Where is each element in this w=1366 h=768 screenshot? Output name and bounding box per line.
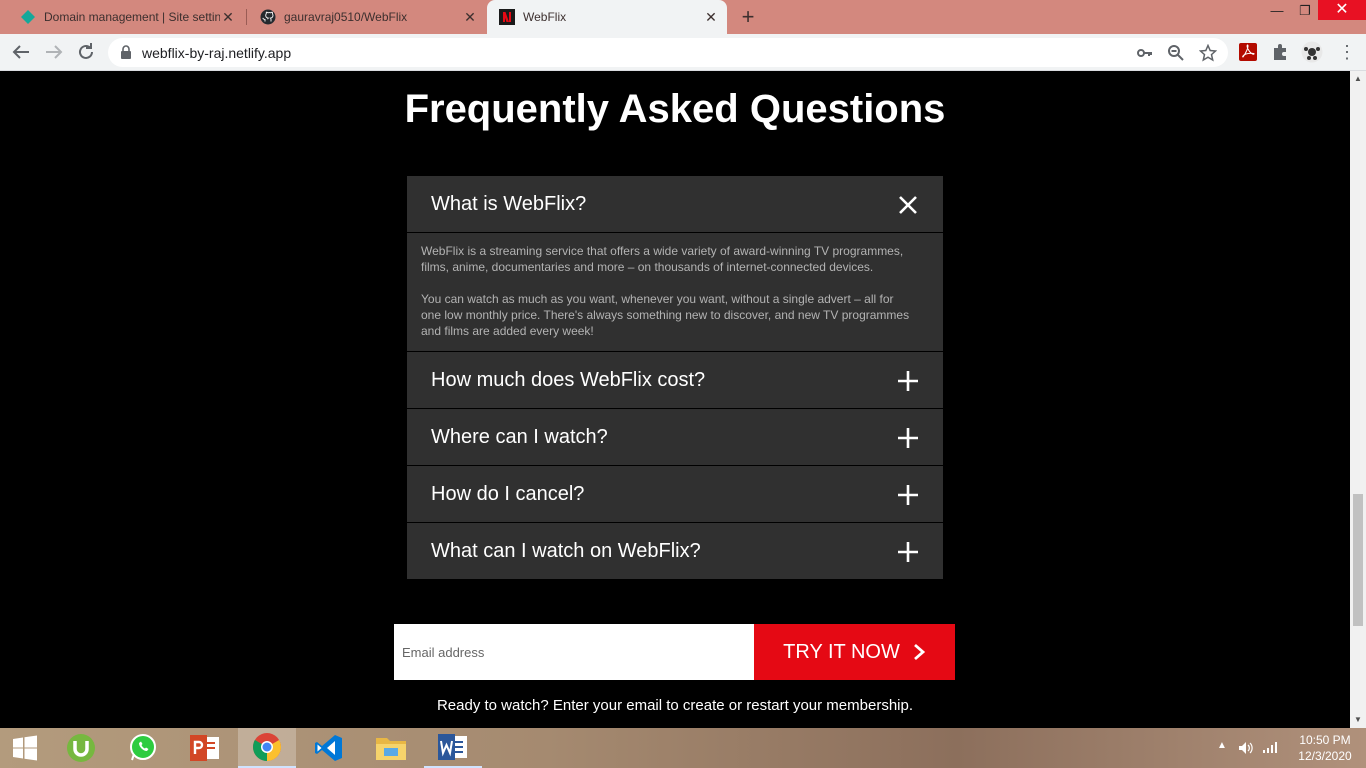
- start-button[interactable]: [0, 728, 50, 768]
- address-bar[interactable]: webflix-by-raj.netlify.app: [108, 38, 1228, 67]
- folder-icon: [376, 738, 406, 760]
- tab-github[interactable]: gauravraj0510/WebFlix ✕: [240, 0, 486, 34]
- forward-arrow-icon[interactable]: [42, 40, 66, 64]
- show-hidden-icons-chevron-icon[interactable]: ▲: [1217, 740, 1227, 751]
- url-text[interactable]: webflix-by-raj.netlify.app: [142, 45, 291, 61]
- plus-icon[interactable]: [897, 427, 919, 449]
- faq-item: How do I cancel?: [407, 466, 943, 523]
- taskbar-powerpoint[interactable]: [176, 728, 234, 768]
- netlify-icon: [21, 10, 35, 24]
- taskbar-utorrent[interactable]: [52, 728, 110, 768]
- faq-question-cancel[interactable]: How do I cancel?: [407, 466, 943, 522]
- vscode-icon: [315, 735, 342, 761]
- taskbar-vscode[interactable]: [300, 728, 358, 768]
- scrollbar-thumb[interactable]: [1353, 494, 1363, 626]
- windows-taskbar: ▲ 10:50 PM 12/3/2020: [0, 728, 1366, 768]
- faq-answer-paragraph: You can watch as much as you want, whene…: [421, 292, 910, 338]
- email-signup-form: TRY IT NOW: [394, 624, 955, 680]
- faq-item: What can I watch on WebFlix?: [407, 523, 943, 579]
- utorrent-icon: [67, 734, 95, 762]
- windows-logo-icon: [13, 735, 37, 761]
- scroll-down-arrow-icon[interactable]: ▼: [1350, 712, 1366, 728]
- whatsapp-icon: [130, 734, 156, 761]
- system-clock[interactable]: 10:50 PM 12/3/2020: [1290, 732, 1360, 764]
- chevron-right-icon: [913, 643, 925, 661]
- github-icon: [260, 9, 276, 25]
- plus-icon[interactable]: [897, 370, 919, 392]
- lock-icon[interactable]: [120, 45, 132, 59]
- chrome-icon: [253, 733, 281, 761]
- email-input[interactable]: [394, 624, 754, 680]
- close-tab-icon[interactable]: ✕: [462, 9, 478, 25]
- tab-title: WebFlix: [523, 10, 567, 24]
- close-window-button[interactable]: ✕: [1318, 0, 1366, 20]
- faq-question-where-watch[interactable]: Where can I watch?: [407, 409, 943, 465]
- tab-webflix[interactable]: WebFlix ✕: [487, 0, 727, 34]
- extensions-puzzle-icon[interactable]: [1270, 42, 1290, 62]
- menu-kebab-icon[interactable]: ⋮: [1335, 40, 1359, 64]
- plus-icon[interactable]: [897, 541, 919, 563]
- faq-answer-paragraph: WebFlix is a streaming service that offe…: [421, 244, 904, 274]
- taskbar-chrome[interactable]: [238, 728, 296, 768]
- tab-domain-management[interactable]: Domain management | Site settin ✕: [0, 0, 244, 34]
- faq-question-text: What is WebFlix?: [431, 192, 587, 215]
- faq-item: What is WebFlix? WebFlix is a streaming …: [407, 176, 943, 352]
- volume-icon[interactable]: [1238, 741, 1254, 755]
- faq-answer: WebFlix is a streaming service that offe…: [407, 232, 943, 351]
- try-it-now-label: TRY IT NOW: [783, 640, 900, 663]
- taskbar-word[interactable]: [424, 728, 482, 768]
- webflix-logo-icon: [499, 9, 515, 25]
- faq-question-text: How do I cancel?: [431, 482, 585, 505]
- word-icon: [438, 734, 467, 760]
- zoom-icon[interactable]: [1167, 44, 1185, 62]
- faq-question-cost[interactable]: How much does WebFlix cost?: [407, 352, 943, 408]
- close-tab-icon[interactable]: ✕: [220, 9, 236, 25]
- taskbar-file-explorer[interactable]: [362, 728, 420, 768]
- clock-date: 12/3/2020: [1298, 749, 1352, 763]
- key-icon[interactable]: [1136, 44, 1154, 62]
- page-scrollbar[interactable]: ▲ ▼: [1350, 71, 1366, 728]
- tab-title: gauravraj0510/WebFlix: [284, 10, 408, 24]
- faq-question-what-watch[interactable]: What can I watch on WebFlix?: [407, 523, 943, 579]
- close-tab-icon[interactable]: ✕: [703, 9, 719, 25]
- taskbar-whatsapp[interactable]: [114, 728, 172, 768]
- plus-icon[interactable]: [897, 484, 919, 506]
- reload-icon[interactable]: [74, 40, 98, 64]
- faq-question-what-is-webflix[interactable]: What is WebFlix?: [407, 176, 943, 232]
- cta-description: Ready to watch? Enter your email to crea…: [436, 697, 914, 714]
- clock-time: 10:50 PM: [1299, 733, 1351, 747]
- faq-question-text: How much does WebFlix cost?: [431, 368, 706, 391]
- bookmark-star-icon[interactable]: [1199, 44, 1217, 62]
- network-signal-icon[interactable]: [1262, 740, 1280, 754]
- faq-question-text: Where can I watch?: [431, 425, 608, 448]
- pdf-extension-icon[interactable]: [1238, 42, 1258, 62]
- minimize-button[interactable]: —: [1262, 0, 1292, 30]
- browser-toolbar: webflix-by-raj.netlify.app ⋮: [0, 34, 1366, 71]
- tab-title: Domain management | Site settin: [44, 10, 220, 24]
- faq-question-text: What can I watch on WebFlix?: [431, 539, 701, 562]
- webpage-viewport: Frequently Asked Questions What is WebFl…: [0, 71, 1350, 728]
- faq-item: Where can I watch?: [407, 409, 943, 466]
- powerpoint-icon: [190, 735, 219, 761]
- new-tab-button[interactable]: +: [738, 6, 758, 28]
- back-arrow-icon[interactable]: [9, 40, 33, 64]
- faq-item: How much does WebFlix cost?: [407, 352, 943, 409]
- faq-list: What is WebFlix? WebFlix is a streaming …: [407, 176, 943, 579]
- faq-heading: Frequently Asked Questions: [404, 87, 946, 131]
- close-icon[interactable]: [897, 194, 919, 216]
- profile-avatar-icon[interactable]: [1301, 41, 1323, 63]
- browser-tab-strip: Domain management | Site settin ✕ gaurav…: [0, 0, 1366, 34]
- try-it-now-button[interactable]: TRY IT NOW: [754, 624, 955, 680]
- restore-button[interactable]: ❐: [1290, 0, 1320, 30]
- scroll-up-arrow-icon[interactable]: ▲: [1350, 71, 1366, 87]
